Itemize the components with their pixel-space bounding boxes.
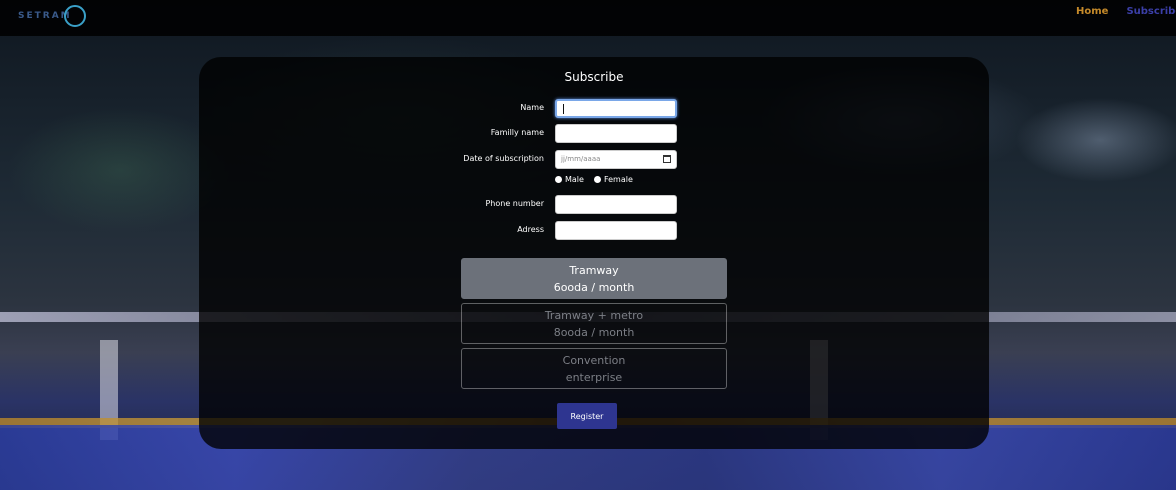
register-button[interactable]: Register — [557, 403, 617, 429]
male-label: Male — [565, 175, 584, 184]
brand-logo[interactable]: SETRAM — [18, 5, 86, 27]
name-row: Name — [199, 99, 989, 119]
nav-link-subscribe[interactable]: Subscribe — [1126, 6, 1176, 17]
navbar: SETRAM Home Subscribe — [0, 0, 1176, 36]
phone-label: Phone number — [485, 199, 544, 208]
date-input[interactable]: jj/mm/aaaa — [555, 150, 677, 169]
date-placeholder: jj/mm/aaaa — [561, 155, 601, 163]
plan-price: enterprise — [565, 371, 623, 384]
male-radio[interactable] — [555, 176, 562, 183]
address-row: Adress — [199, 221, 989, 241]
family-name-row: Familly name — [199, 124, 989, 144]
plan-option-tramway-metro[interactable]: Tramway + metro 8ooda / month — [461, 303, 727, 344]
plan-price: 6ooda / month — [553, 281, 635, 294]
female-label: Female — [603, 175, 633, 184]
phone-input[interactable] — [555, 195, 677, 214]
date-label: Date of subscription — [463, 154, 544, 163]
nav-links: Home Subscribe — [1076, 6, 1176, 17]
calendar-icon[interactable] — [663, 155, 671, 163]
subscribe-form-panel: Subscribe Name Familly name Date of subs… — [199, 57, 989, 449]
plan-title: Tramway + metro — [544, 309, 644, 322]
address-input[interactable] — [555, 221, 677, 240]
name-input[interactable] — [555, 99, 677, 118]
date-row: Date of subscription jj/mm/aaaa — [199, 150, 989, 170]
family-name-label: Familly name — [490, 128, 544, 137]
form-title: Subscribe — [564, 70, 624, 84]
name-label: Name — [520, 103, 544, 112]
plan-option-convention[interactable]: Convention enterprise — [461, 348, 727, 389]
plan-title: Convention — [562, 354, 626, 367]
plan-price: 8ooda / month — [553, 326, 635, 339]
text-caret — [563, 104, 564, 114]
address-label: Adress — [517, 225, 544, 234]
plan-title: Tramway — [569, 264, 619, 277]
female-radio[interactable] — [593, 176, 601, 183]
phone-row: Phone number — [199, 195, 989, 215]
plan-option-tramway[interactable]: Tramway 6ooda / month — [461, 258, 727, 299]
family-name-input[interactable] — [555, 124, 677, 143]
gender-radio-group: Male Female — [555, 175, 633, 184]
logo-ring-icon — [63, 5, 86, 27]
nav-link-home[interactable]: Home — [1076, 6, 1108, 17]
